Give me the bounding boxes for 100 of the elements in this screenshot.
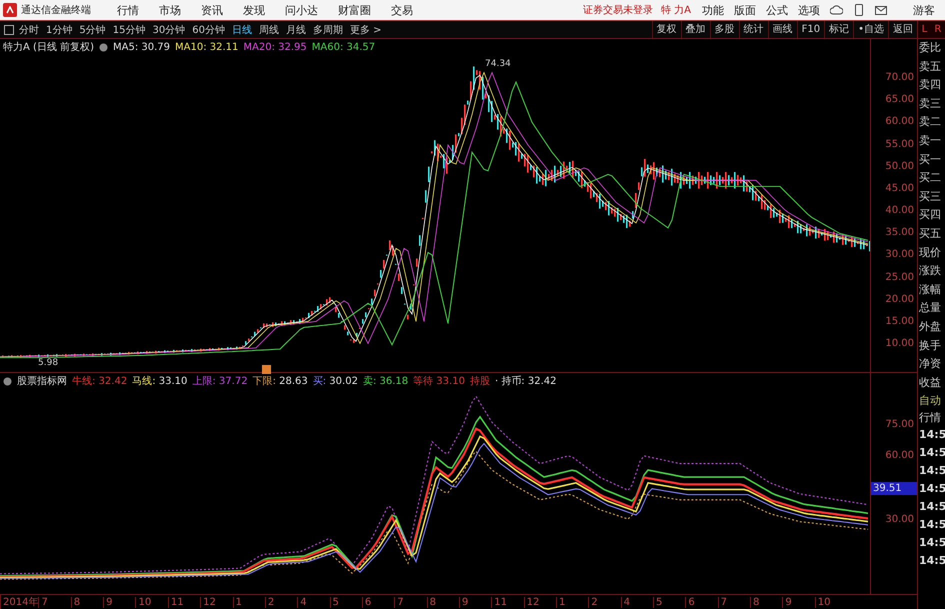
- menu-item[interactable]: 问小达: [285, 2, 318, 18]
- quote-label: 卖一: [918, 132, 942, 149]
- toolbar-button[interactable]: 标记: [824, 21, 854, 38]
- quote-label: 卖三: [918, 96, 942, 112]
- period-tab[interactable]: 15分钟: [112, 22, 146, 36]
- period-tab[interactable]: 月线: [286, 22, 306, 36]
- axis-tick-label: 20.00: [885, 294, 915, 306]
- low-price-label: 5.98: [38, 358, 58, 368]
- cursor-value-label: 39.51: [871, 482, 917, 495]
- axis-tick-label: 6: [362, 596, 394, 608]
- login-status[interactable]: 证券交易未登录: [583, 3, 653, 17]
- menu-item[interactable]: 市场: [159, 2, 181, 18]
- axis-tick-label: 40.00: [885, 205, 915, 218]
- axis-tick-label: 4: [297, 596, 330, 608]
- axis-tick-label: 65.00: [885, 94, 915, 106]
- axis-tick-label: 9: [782, 596, 815, 608]
- side-tab[interactable]: L: [922, 24, 928, 35]
- axis-tick-label: 35.00: [885, 227, 915, 240]
- toolbar-button[interactable]: 统计: [738, 21, 768, 38]
- side-tab[interactable]: R: [934, 24, 942, 35]
- indicator-value: 牛线: 32.42: [72, 374, 128, 388]
- axis-tick-label: 7: [38, 596, 71, 608]
- toolbar-button[interactable]: F10: [796, 21, 824, 38]
- axis-tick-label: 45.00: [885, 182, 915, 195]
- axis-tick-label: 12: [200, 596, 233, 608]
- quote-label: 买一: [918, 152, 942, 168]
- period-tab[interactable]: 5分钟: [79, 22, 106, 36]
- menu-item[interactable]: 功能: [702, 2, 724, 18]
- settings-icon[interactable]: [3, 376, 12, 386]
- axis-tick-label: 7: [718, 596, 750, 608]
- toolbar-button[interactable]: 叠加: [680, 21, 710, 38]
- axis-tick-label: 25.00: [885, 272, 915, 284]
- user-name[interactable]: 游客: [913, 2, 935, 18]
- menu-item[interactable]: 选项: [798, 2, 820, 18]
- chart-title: 特力A (日线 前复权): [3, 40, 94, 54]
- axis-tick-label: 60.00: [885, 116, 915, 128]
- period-tab[interactable]: 多周期: [312, 22, 343, 36]
- period-tab[interactable]: 日线: [232, 22, 252, 36]
- axis-tick-label: 5: [330, 596, 362, 608]
- period-tab[interactable]: 1分钟: [46, 22, 72, 36]
- toolbar-button[interactable]: •自选: [853, 21, 888, 38]
- auto-quote-label: 自动: [918, 393, 942, 410]
- quote-label: 卖五: [918, 58, 942, 75]
- menu-item[interactable]: 公式: [766, 2, 788, 18]
- quote-label: 收益: [918, 374, 942, 391]
- phone-icon[interactable]: [855, 4, 863, 16]
- axis-tick-label: 55.00: [885, 138, 915, 151]
- axis-tick-label: 10: [135, 596, 168, 608]
- axis-tick-label: 2: [588, 596, 621, 608]
- ma-value: MA10: 32.11: [175, 42, 238, 52]
- menu-item[interactable]: 交易: [391, 2, 413, 18]
- axis-tick-label: 4: [620, 596, 653, 608]
- menu-item[interactable]: 版面: [734, 2, 756, 18]
- toolbar-button[interactable]: 返回: [888, 21, 917, 38]
- axis-tick-label: 2: [264, 596, 298, 608]
- axis-tick-label: 60.00: [885, 450, 915, 462]
- axis-tick-label: 7: [394, 596, 427, 608]
- indicator-value: 马线: 33.10: [132, 374, 188, 388]
- quote-label: 现价: [918, 244, 942, 261]
- toolbar-button[interactable]: 画线: [768, 21, 797, 38]
- menu-item[interactable]: 资讯: [201, 2, 223, 18]
- app-title: 通达信金融终端: [21, 4, 91, 17]
- toolbar-button[interactable]: 多股: [710, 21, 739, 38]
- ma-value: MA60: 34.57: [312, 42, 376, 52]
- period-tab[interactable]: 周线: [258, 22, 279, 36]
- period-tab[interactable]: 30分钟: [152, 22, 186, 36]
- ma-value: MA5: 30.79: [113, 42, 170, 52]
- menu-item[interactable]: 行情: [117, 2, 139, 18]
- axis-tick-label: 11: [168, 596, 200, 608]
- more-link[interactable]: 更多 >: [350, 22, 382, 36]
- quote-label: 外盘: [918, 318, 942, 335]
- indicator-value: 卖: 36.18: [362, 374, 408, 388]
- axis-tick-label: 75.00: [885, 419, 915, 432]
- quote-label: 净资: [918, 356, 942, 372]
- axis-tick-label: 10.00: [885, 338, 915, 350]
- menu-item[interactable]: 财富圈: [338, 2, 371, 18]
- axis-tick-label: 50.00: [885, 160, 915, 173]
- settings-icon[interactable]: [99, 42, 108, 52]
- high-price-label: 74.34: [485, 59, 511, 69]
- axis-tick-label: 5: [652, 596, 686, 608]
- axis-tick-label: 8: [750, 596, 782, 608]
- quote-label: 卖四: [918, 77, 942, 94]
- panel-toggle-icon[interactable]: [4, 24, 14, 34]
- event-marker-icon[interactable]: [262, 365, 271, 374]
- cloud-icon[interactable]: [830, 4, 843, 16]
- mail-icon[interactable]: [875, 6, 887, 14]
- axis-tick-label: 15.00: [885, 316, 915, 328]
- period-tab[interactable]: 60分钟: [192, 22, 225, 36]
- indicator-value: 等待 33.10: [413, 374, 465, 388]
- quote-label: 买四: [918, 207, 942, 224]
- period-tab[interactable]: 分时: [19, 22, 39, 36]
- ma-value: MA20: 32.95: [243, 42, 307, 52]
- toolbar-button[interactable]: 复权: [652, 21, 681, 38]
- axis-tick-label: 12: [524, 596, 556, 608]
- auto-quote-label: 行情: [918, 410, 942, 426]
- axis-tick-label: 1: [232, 596, 265, 608]
- indicator-title: 股票指标网: [17, 374, 67, 388]
- axis-tick-label: 8: [70, 596, 104, 608]
- menu-item[interactable]: 发现: [243, 2, 265, 18]
- quote-label: 委比: [918, 40, 942, 56]
